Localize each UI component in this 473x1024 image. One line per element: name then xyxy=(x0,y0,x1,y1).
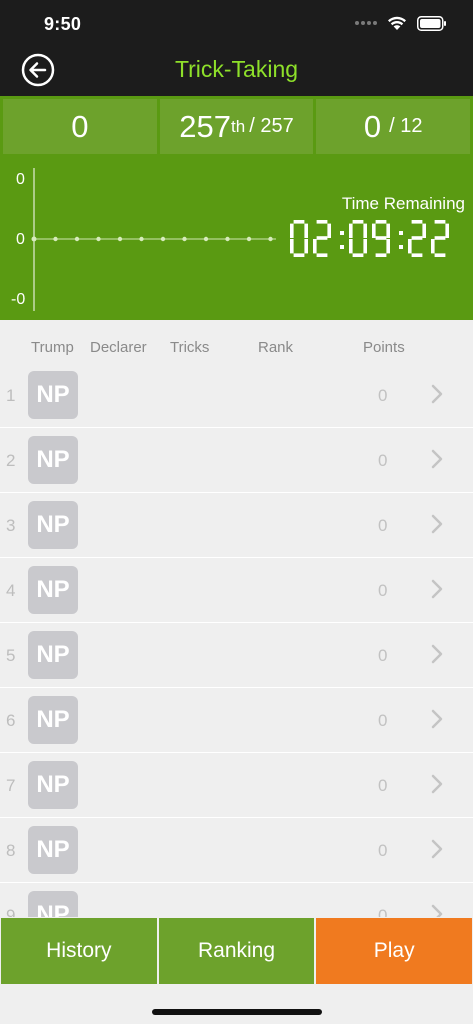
trump-badge: NP xyxy=(28,631,78,679)
graph-point xyxy=(160,236,166,242)
chevron-right-icon xyxy=(431,774,443,794)
graph-point xyxy=(96,236,101,242)
chevron-right-icon xyxy=(431,904,443,917)
battery-icon xyxy=(417,15,446,31)
row-number: 8 xyxy=(6,841,16,860)
chevron-right-icon xyxy=(431,709,443,729)
trump-badge: NP xyxy=(28,371,78,419)
row-number: 3 xyxy=(6,516,16,535)
score-box: 0 xyxy=(3,99,157,154)
row-number: 9 xyxy=(6,906,16,917)
graph-point xyxy=(246,236,252,242)
history-button[interactable]: History xyxy=(1,918,157,984)
graph-point xyxy=(117,236,123,242)
play-button[interactable]: Play xyxy=(316,918,473,984)
trump-badge: NP xyxy=(28,501,78,549)
nav-bar: Trick-Taking xyxy=(0,48,473,96)
trump-badge: NP xyxy=(28,436,78,484)
chevron-right-icon xyxy=(431,644,443,664)
wifi-icon xyxy=(388,16,406,30)
bottom-toolbar: History Ranking Play xyxy=(0,917,473,984)
ranking-button[interactable]: Ranking xyxy=(158,918,315,984)
column-header-trump: Trump xyxy=(31,339,74,356)
home-indicator xyxy=(152,1009,322,1015)
row-number: 7 xyxy=(6,776,16,795)
deal-row[interactable]: 4 NP 0 xyxy=(0,558,473,623)
graph-point xyxy=(139,236,144,242)
status-icons xyxy=(355,15,447,31)
row-points: 0 xyxy=(378,776,388,795)
rank-total: / 257 xyxy=(249,115,294,137)
deals-value: 0 xyxy=(363,108,382,144)
row-number: 4 xyxy=(6,581,16,600)
deal-row[interactable]: 3 NP 0 xyxy=(0,493,473,558)
deal-row[interactable]: 7 NP 0 xyxy=(0,753,473,818)
graph-point xyxy=(182,236,187,242)
rank-box: 257 th / 257 xyxy=(159,99,314,154)
timer-colon xyxy=(399,231,403,249)
deal-row[interactable]: 1 NP 0 xyxy=(0,363,473,428)
graph-point xyxy=(268,236,273,242)
row-points: 0 xyxy=(378,711,388,730)
timer-digit xyxy=(349,220,367,257)
timer-digit xyxy=(431,220,449,257)
stats-row: 0 257 th / 257 0 / 12 xyxy=(0,96,473,156)
deal-row[interactable]: 9 NP 0 xyxy=(0,883,473,917)
time-remaining-label: Time Remaining xyxy=(341,194,465,213)
graph-point xyxy=(225,236,230,242)
column-header-rank: Rank xyxy=(258,339,294,356)
timer-colon xyxy=(340,231,344,249)
row-points: 0 xyxy=(378,451,388,470)
chevron-right-icon xyxy=(431,449,443,469)
deals-box: 0 / 12 xyxy=(316,99,471,154)
chevron-right-icon xyxy=(431,514,443,534)
row-number: 2 xyxy=(6,451,16,470)
score-value: 0 xyxy=(71,108,89,144)
graph-point xyxy=(31,236,37,242)
deal-row[interactable]: 6 NP 0 xyxy=(0,688,473,753)
column-header-tricks: Tricks xyxy=(170,339,210,356)
chevron-right-icon xyxy=(431,579,443,599)
countdown-timer xyxy=(290,220,449,257)
rank-suffix: th xyxy=(231,116,246,136)
graph-point xyxy=(53,236,58,242)
column-header-declarer: Declarer xyxy=(90,339,147,356)
column-header-points: Points xyxy=(363,339,405,356)
row-points: 0 xyxy=(378,386,388,405)
trump-badge: NP xyxy=(28,826,78,874)
deal-row[interactable]: 8 NP 0 xyxy=(0,818,473,883)
status-bar: 9:50 xyxy=(0,0,473,48)
row-points: 0 xyxy=(378,516,388,535)
row-number: 5 xyxy=(6,646,16,665)
row-points: 0 xyxy=(378,646,388,665)
row-points: 0 xyxy=(378,581,388,600)
cellular-signal-icon xyxy=(355,21,377,25)
row-points: 0 xyxy=(378,841,388,860)
chevron-right-icon xyxy=(431,839,443,859)
graph-plot xyxy=(31,168,276,311)
trump-badge: NP xyxy=(28,696,78,744)
timer-digit xyxy=(290,220,308,257)
trump-badge: NP xyxy=(28,761,78,809)
timer-digit xyxy=(313,220,331,257)
rank-value: 257 xyxy=(179,108,232,144)
timer-digit xyxy=(408,220,426,257)
trump-badge: NP xyxy=(28,891,78,917)
trump-badge: NP xyxy=(28,566,78,614)
score-graph: 0 0 -0 Time Remaining xyxy=(0,156,473,320)
deal-row[interactable]: 2 NP 0 xyxy=(0,428,473,493)
deal-list[interactable]: 1 NP 0 2 NP 0 3 NP 0 4 NP 0 5 NP 0 6 NP … xyxy=(0,363,473,917)
deal-row[interactable]: 5 NP 0 xyxy=(0,623,473,688)
chevron-right-icon xyxy=(431,384,443,404)
timer-digit xyxy=(372,220,390,257)
deals-total: / 12 xyxy=(389,115,423,137)
status-time: 9:50 xyxy=(44,14,82,34)
row-number: 1 xyxy=(6,386,16,405)
graph-point xyxy=(74,236,80,242)
column-headers: Trump Declarer Tricks Rank Points xyxy=(0,330,473,364)
row-points: 0 xyxy=(378,906,388,917)
page-title: Trick-Taking xyxy=(174,56,299,82)
graph-point xyxy=(203,236,209,242)
row-number: 6 xyxy=(6,711,16,730)
